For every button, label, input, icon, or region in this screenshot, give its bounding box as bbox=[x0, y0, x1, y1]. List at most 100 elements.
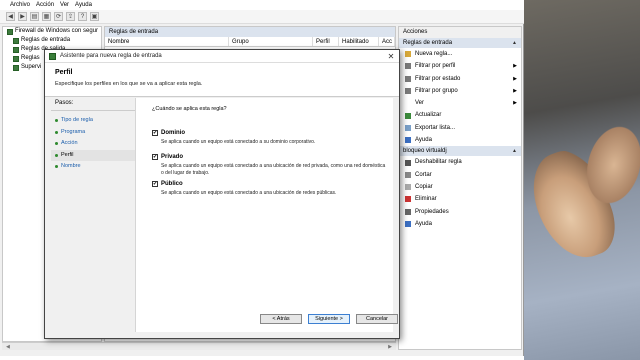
column-nombre[interactable]: Nombre bbox=[105, 37, 229, 46]
column-perfil[interactable]: Perfil bbox=[313, 37, 339, 46]
collapse-icon[interactable]: ▲ bbox=[512, 146, 517, 156]
actions-pane: Acciones Reglas de entrada ▲ Nueva regla.… bbox=[398, 26, 522, 350]
delete-icon bbox=[405, 196, 411, 203]
privado-label[interactable]: Privado bbox=[161, 154, 183, 160]
publico-label[interactable]: Público bbox=[161, 181, 183, 187]
wizard-steps: Pasos: Tipo de regla Programa Acción Per… bbox=[51, 98, 135, 332]
action-actualizar[interactable]: Actualizar bbox=[399, 109, 521, 121]
toolbar: ◀ ▶ ▤ ▦ ⟳ ⇪ ? ▣ bbox=[0, 10, 524, 24]
actions-section-reglas[interactable]: Reglas de entrada ▲ bbox=[399, 38, 521, 48]
menu-archivo[interactable]: Archivo bbox=[10, 0, 30, 10]
folder-icon[interactable]: ▤ bbox=[30, 12, 39, 21]
action-deshabilitar[interactable]: Deshabilitar regla bbox=[399, 156, 521, 168]
cut-icon bbox=[405, 171, 411, 178]
submenu-arrow-icon: ▶ bbox=[513, 100, 517, 107]
step-dot-icon bbox=[55, 119, 58, 123]
filter-icon bbox=[405, 88, 411, 95]
column-accion[interactable]: Acc bbox=[379, 37, 395, 46]
forward-icon[interactable]: ▶ bbox=[18, 12, 27, 21]
column-habilitado[interactable]: Habilitado bbox=[339, 37, 379, 46]
back-button[interactable]: < Atrás bbox=[260, 314, 302, 324]
next-button[interactable]: Siguiente > bbox=[308, 314, 350, 324]
step-perfil[interactable]: Perfil bbox=[51, 149, 135, 161]
menu-ver[interactable]: Ver bbox=[60, 0, 69, 10]
refresh-icon[interactable]: ⟳ bbox=[54, 12, 63, 21]
monitor-icon bbox=[13, 64, 19, 71]
new-rule-icon bbox=[405, 51, 411, 58]
copy-icon bbox=[405, 184, 411, 191]
actions-section-bloqueo[interactable]: bloqueo virtualdj ▲ bbox=[399, 146, 521, 157]
back-icon[interactable]: ◀ bbox=[6, 12, 15, 21]
action-ayuda-2[interactable]: Ayuda bbox=[399, 218, 521, 230]
rules-icon bbox=[13, 46, 19, 53]
privado-checkbox[interactable]: ✔ bbox=[152, 154, 158, 160]
action-cortar[interactable]: Cortar bbox=[399, 169, 521, 181]
action-nueva-regla[interactable]: Nueva regla... bbox=[399, 48, 521, 60]
dominio-checkbox[interactable]: ✔ bbox=[152, 130, 158, 136]
action-exportar[interactable]: Exportar lista... bbox=[399, 122, 521, 134]
help-icon[interactable]: ? bbox=[78, 12, 87, 21]
properties-icon[interactable]: ▣ bbox=[90, 12, 99, 21]
submenu-arrow-icon: ▶ bbox=[513, 63, 517, 70]
scroll-right-icon[interactable]: ▶ bbox=[388, 344, 392, 350]
console-tree-icon[interactable]: ▦ bbox=[42, 12, 51, 21]
option-publico: ✔ Público Se aplica cuando un equipo est… bbox=[152, 181, 388, 197]
scroll-left-icon[interactable]: ◀ bbox=[6, 344, 10, 350]
publico-checkbox[interactable]: ✔ bbox=[152, 181, 158, 187]
menu-ayuda[interactable]: Ayuda bbox=[75, 0, 92, 10]
collapse-icon[interactable]: ▲ bbox=[512, 38, 517, 48]
wizard-content: ¿Cuándo se aplica esta regla? ✔ Dominio … bbox=[135, 98, 393, 332]
rules-icon bbox=[13, 55, 19, 62]
action-filtrar-perfil[interactable]: Filtrar por perfil ▶ bbox=[399, 60, 521, 72]
step-programa[interactable]: Programa bbox=[51, 127, 135, 139]
steps-title: Pasos: bbox=[51, 98, 135, 111]
action-ayuda[interactable]: Ayuda bbox=[399, 134, 521, 146]
action-copiar[interactable]: Copiar bbox=[399, 181, 521, 193]
background-photo bbox=[521, 0, 640, 360]
horizontal-scrollbar[interactable]: ◀ ▶ bbox=[2, 342, 396, 350]
firewall-icon bbox=[7, 28, 13, 35]
step-nombre[interactable]: Nombre bbox=[51, 161, 135, 173]
column-headers: Nombre Grupo Perfil Habilitado Acc bbox=[105, 37, 395, 47]
submenu-arrow-icon: ▶ bbox=[513, 87, 517, 94]
export-icon bbox=[405, 124, 411, 131]
wizard-buttons: < Atrás Siguiente > Cancelar bbox=[260, 314, 398, 324]
page-title: Perfil bbox=[55, 69, 73, 76]
page-subtitle: Especifique los perfiles en los que se v… bbox=[55, 81, 203, 87]
step-dot-icon bbox=[55, 142, 58, 146]
action-filtrar-estado[interactable]: Filtrar por estado ▶ bbox=[399, 73, 521, 85]
publico-description: Se aplica cuando un equipo está conectad… bbox=[161, 190, 337, 196]
tree-item-reglas-entrada[interactable]: Reglas de entrada bbox=[3, 36, 101, 45]
blank-icon bbox=[405, 100, 411, 106]
dominio-label[interactable]: Dominio bbox=[161, 130, 185, 136]
menu-accion[interactable]: Acción bbox=[36, 0, 54, 10]
column-grupo[interactable]: Grupo bbox=[229, 37, 313, 46]
pane-title: Reglas de entrada bbox=[105, 27, 395, 37]
step-dot-icon bbox=[55, 153, 58, 157]
dominio-description: Se aplica cuando un equipo está conectad… bbox=[161, 139, 316, 145]
export-icon[interactable]: ⇪ bbox=[66, 12, 75, 21]
option-dominio: ✔ Dominio Se aplica cuando un equipo est… bbox=[152, 130, 388, 146]
firewall-icon bbox=[49, 52, 56, 60]
wizard-title: Asistente para nueva regla de entrada bbox=[60, 53, 162, 59]
cancel-button[interactable]: Cancelar bbox=[356, 314, 398, 324]
step-dot-icon bbox=[55, 130, 58, 134]
close-icon[interactable]: ✕ bbox=[383, 50, 399, 63]
action-propiedades[interactable]: Propiedades bbox=[399, 206, 521, 218]
rules-icon bbox=[13, 37, 19, 44]
disable-icon bbox=[405, 159, 411, 166]
step-accion[interactable]: Acción bbox=[51, 138, 135, 150]
option-privado: ✔ Privado Se aplica cuando un equipo est… bbox=[152, 154, 388, 176]
action-ver[interactable]: Ver ▶ bbox=[399, 97, 521, 109]
actions-title: Acciones bbox=[399, 27, 521, 38]
privado-description: Se aplica cuando un equipo está conectad… bbox=[161, 163, 386, 176]
step-dot-icon bbox=[55, 165, 58, 169]
action-filtrar-grupo[interactable]: Filtrar por grupo ▶ bbox=[399, 85, 521, 97]
help-icon bbox=[405, 137, 411, 144]
tree-item-firewall[interactable]: Firewall de Windows con segur bbox=[3, 27, 101, 36]
step-tipo-regla[interactable]: Tipo de regla bbox=[51, 115, 135, 127]
new-inbound-rule-wizard: Asistente para nueva regla de entrada ✕ … bbox=[44, 49, 400, 339]
question-text: ¿Cuándo se aplica esta regla? bbox=[152, 106, 227, 112]
menu-bar: Archivo Acción Ver Ayuda bbox=[0, 0, 524, 10]
action-eliminar[interactable]: Eliminar bbox=[399, 193, 521, 205]
